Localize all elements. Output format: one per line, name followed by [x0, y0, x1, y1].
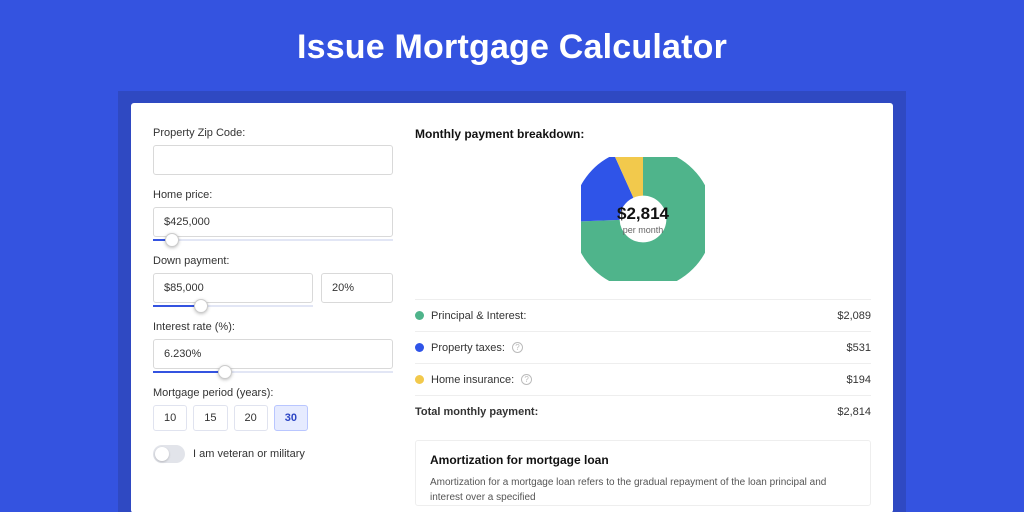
legend-row-left: Property taxes:?: [415, 342, 523, 354]
legend-label: Home insurance:: [431, 374, 514, 386]
period-option-15[interactable]: 15: [193, 405, 227, 431]
legend-total-label: Total monthly payment:: [415, 406, 538, 418]
period-option-30[interactable]: 30: [274, 405, 308, 431]
down-payment-label: Down payment:: [153, 255, 393, 267]
donut-center-value: $2,814: [617, 204, 669, 224]
zip-input[interactable]: [153, 145, 393, 175]
interest-slider-thumb[interactable]: [218, 365, 232, 379]
info-icon[interactable]: ?: [521, 374, 532, 385]
zip-label: Property Zip Code:: [153, 127, 393, 139]
home-price-group: Home price:: [153, 189, 393, 241]
donut-chart-wrap: $2,814 per month: [415, 151, 871, 299]
down-payment-input[interactable]: [153, 273, 313, 303]
donut-center-label: per month: [623, 225, 664, 235]
period-label: Mortgage period (years):: [153, 387, 393, 399]
home-price-slider-thumb[interactable]: [165, 233, 179, 247]
interest-input[interactable]: [153, 339, 393, 369]
legend-row-left: Principal & Interest:: [415, 310, 526, 322]
legend-value: $531: [847, 342, 871, 354]
interest-slider-fill: [153, 371, 225, 373]
down-payment-slider-thumb[interactable]: [194, 299, 208, 313]
down-payment-slider[interactable]: [153, 305, 313, 307]
down-payment-group: Down payment:: [153, 255, 393, 307]
breakdown-title: Monthly payment breakdown:: [415, 127, 871, 141]
period-group: Mortgage period (years): 1015 2030: [153, 387, 393, 431]
legend-value: $194: [847, 374, 871, 386]
legend-total-row: Total monthly payment: $2,814: [415, 396, 871, 428]
veteran-row: I am veteran or military: [153, 445, 393, 463]
page-title: Issue Mortgage Calculator: [0, 0, 1024, 91]
home-price-input[interactable]: [153, 207, 393, 237]
legend-row-left: Home insurance:?: [415, 374, 532, 386]
calculator-card: Property Zip Code: Home price: Down paym…: [131, 103, 893, 512]
interest-slider[interactable]: [153, 371, 393, 373]
interest-group: Interest rate (%):: [153, 321, 393, 373]
form-panel: Property Zip Code: Home price: Down paym…: [153, 127, 393, 512]
period-options: 1015 2030: [153, 405, 393, 431]
legend-label: Property taxes:: [431, 342, 505, 354]
card-backplate: Property Zip Code: Home price: Down paym…: [118, 91, 906, 512]
breakdown-panel: Monthly payment breakdown: $2,814 per mo…: [415, 127, 871, 512]
legend-swatch: [415, 343, 424, 352]
donut-chart: $2,814 per month: [581, 157, 705, 281]
legend-row: Home insurance:? $194: [415, 364, 871, 396]
amortization-title: Amortization for mortgage loan: [430, 453, 856, 467]
legend-total-value: $2,814: [837, 406, 871, 418]
veteran-toggle[interactable]: [153, 445, 185, 463]
legend-label: Principal & Interest:: [431, 310, 526, 322]
legend-value: $2,089: [837, 310, 871, 322]
amortization-text: Amortization for a mortgage loan refers …: [430, 475, 856, 505]
legend-swatch: [415, 375, 424, 384]
interest-label: Interest rate (%):: [153, 321, 393, 333]
home-price-label: Home price:: [153, 189, 393, 201]
down-payment-pct-input[interactable]: [321, 273, 393, 303]
legend-row: Property taxes:? $531: [415, 332, 871, 364]
legend: Principal & Interest: $2,089 Property taxe…: [415, 299, 871, 428]
amortization-box: Amortization for mortgage loan Amortizat…: [415, 440, 871, 506]
info-icon[interactable]: ?: [512, 342, 523, 353]
donut-center: $2,814 per month: [581, 157, 705, 281]
home-price-slider[interactable]: [153, 239, 393, 241]
veteran-label: I am veteran or military: [193, 448, 305, 460]
legend-swatch: [415, 311, 424, 320]
period-option-20[interactable]: 20: [234, 405, 268, 431]
zip-group: Property Zip Code:: [153, 127, 393, 175]
legend-row: Principal & Interest: $2,089: [415, 300, 871, 332]
period-option-10[interactable]: 10: [153, 405, 187, 431]
